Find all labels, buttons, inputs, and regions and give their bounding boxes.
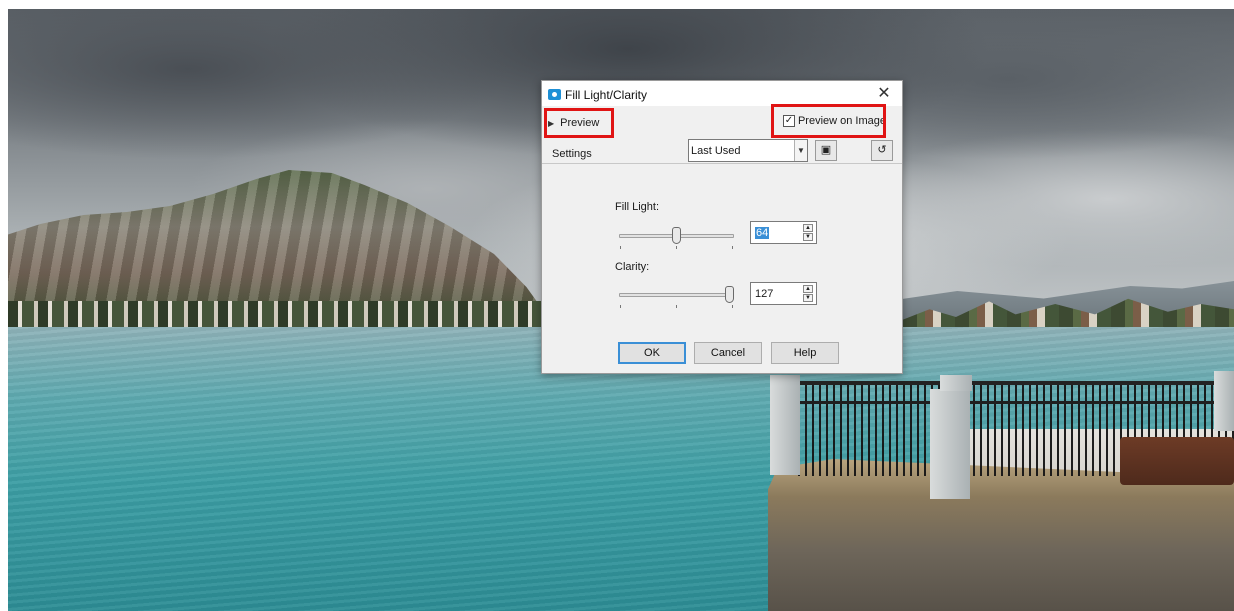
dialog-titlebar[interactable]: Fill Light/Clarity ✕	[542, 81, 902, 106]
fence-rail	[798, 401, 1234, 404]
close-button[interactable]: ✕	[874, 84, 894, 104]
slider-tick	[620, 305, 621, 308]
divider	[542, 163, 902, 164]
clarity-spinbox[interactable]: 127 ▲ ▼	[750, 282, 817, 305]
highlight-box-preview	[544, 108, 614, 138]
save-preset-button[interactable]: ▣	[815, 140, 837, 161]
fill-light-label: Fill Light:	[615, 201, 660, 213]
clarity-slider[interactable]	[619, 286, 734, 308]
fill-light-slider-thumb[interactable]	[672, 227, 681, 244]
clarity-slider-thumb[interactable]	[725, 286, 734, 303]
fence-post	[770, 375, 800, 475]
dialog-title: Fill Light/Clarity	[565, 88, 648, 102]
spin-down-icon[interactable]: ▼	[803, 294, 813, 302]
left-shoreline	[8, 301, 548, 329]
fill-light-value[interactable]: 64	[755, 227, 770, 239]
reset-button[interactable]: ↺	[871, 140, 893, 161]
settings-dropdown[interactable]: Last Used ▼	[688, 139, 808, 162]
slider-tick	[732, 246, 733, 249]
spin-down-icon[interactable]: ▼	[803, 233, 813, 241]
fence-post	[940, 375, 972, 391]
clarity-label: Clarity:	[615, 261, 650, 273]
highlight-box-preview-on-image	[771, 104, 886, 138]
clarity-value[interactable]: 127	[755, 288, 773, 300]
slider-track	[619, 293, 734, 297]
fence-post	[930, 389, 970, 499]
fill-light-spin-arrows[interactable]: ▲ ▼	[803, 224, 813, 241]
slider-tick	[676, 246, 677, 249]
slider-tick	[620, 246, 621, 249]
slider-tick	[732, 305, 733, 308]
fill-light-slider[interactable]	[619, 227, 734, 249]
spin-up-icon[interactable]: ▲	[803, 285, 813, 293]
fence-post	[1214, 371, 1234, 431]
cancel-button[interactable]: Cancel	[694, 342, 762, 364]
chevron-down-icon[interactable]: ▼	[794, 140, 807, 161]
reset-icon: ↺	[877, 144, 887, 156]
settings-label: Settings	[552, 148, 592, 160]
slider-tick	[676, 305, 677, 308]
floppy-disk-icon: ▣	[820, 144, 832, 156]
camera-icon	[548, 89, 561, 100]
ok-button[interactable]: OK	[618, 342, 686, 364]
bench	[1120, 437, 1234, 485]
fill-light-spinbox[interactable]: 64 ▲ ▼	[750, 221, 817, 244]
help-button[interactable]: Help	[771, 342, 839, 364]
clarity-spin-arrows[interactable]: ▲ ▼	[803, 285, 813, 302]
settings-dropdown-value: Last Used	[691, 144, 741, 157]
spin-up-icon[interactable]: ▲	[803, 224, 813, 232]
